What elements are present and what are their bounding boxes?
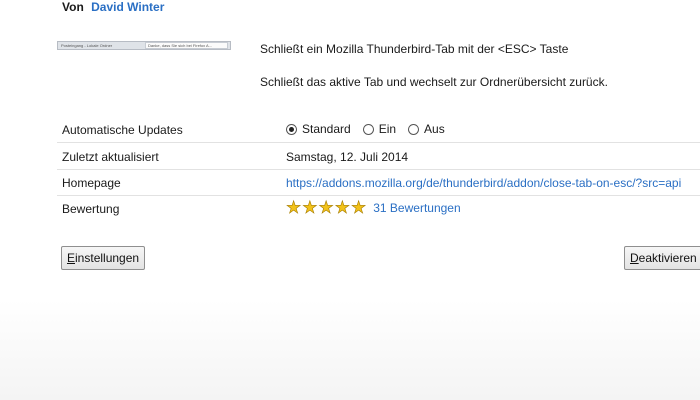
star-icon: ★ (334, 198, 350, 217)
star-icon: ★ (351, 198, 367, 217)
radio-standard-indicator[interactable] (286, 123, 297, 135)
author-line: Von David Winter (62, 0, 164, 14)
row-homepage: Homepage https://addons.mozilla.org/de/t… (57, 170, 700, 196)
last-updated-value: Samstag, 12. Juli 2014 (286, 150, 409, 164)
thumbnail-tab-2: Danke, dass Sie sich bei Firefox A... (145, 42, 228, 49)
description-line-2: Schließt das aktive Tab und wechselt zur… (260, 75, 608, 89)
updates-label: Automatische Updates (62, 123, 183, 137)
star-icon: ★ (286, 198, 302, 217)
rating-stars: ★ ★ ★ ★ ★ 31 Bewertungen (286, 198, 461, 217)
row-automatic-updates: Automatische Updates Standard Ein Aus (57, 117, 700, 143)
radio-standard[interactable]: Standard (286, 122, 351, 136)
radio-on-indicator[interactable] (362, 123, 374, 135)
screenshot-thumbnail[interactable]: Posteingang - Lokale Ordner Danke, dass … (57, 41, 231, 50)
disable-accesskey: D (630, 251, 639, 265)
star-icon: ★ (318, 198, 334, 217)
rating-label: Bewertung (62, 202, 120, 216)
radio-off-label[interactable]: Aus (424, 122, 445, 136)
settings-button[interactable]: Einstellungen (61, 246, 146, 270)
author-name-link[interactable]: David Winter (91, 0, 164, 14)
radio-on[interactable]: Ein (362, 122, 396, 136)
row-rating: Bewertung ★ ★ ★ ★ ★ 31 Bewertungen (57, 196, 700, 222)
star-icon: ★ (302, 198, 318, 217)
disable-button[interactable]: Deaktivieren (624, 246, 700, 270)
settings-accesskey: E (67, 251, 76, 265)
author-prefix: Von (62, 0, 84, 14)
radio-off-indicator[interactable] (408, 123, 420, 135)
row-last-updated: Zuletzt aktualisiert Samstag, 12. Juli 2… (57, 144, 700, 170)
radio-off[interactable]: Aus (408, 122, 445, 136)
homepage-label: Homepage (62, 176, 121, 190)
last-updated-label: Zuletzt aktualisiert (62, 150, 159, 164)
updates-radio-group: Standard Ein Aus (286, 122, 457, 136)
settings-button-label: instellungen (75, 251, 140, 265)
radio-on-label[interactable]: Ein (379, 122, 396, 136)
thumbnail-tab-1: Posteingang - Lokale Ordner (61, 43, 113, 48)
homepage-link[interactable]: https://addons.mozilla.org/de/thunderbir… (286, 176, 681, 190)
rating-count-link[interactable]: 31 Bewertungen (373, 201, 460, 215)
disable-button-label: eaktivieren (638, 251, 697, 265)
radio-standard-label[interactable]: Standard (302, 122, 351, 136)
description-line-1: Schließt ein Mozilla Thunderbird-Tab mit… (260, 42, 569, 56)
